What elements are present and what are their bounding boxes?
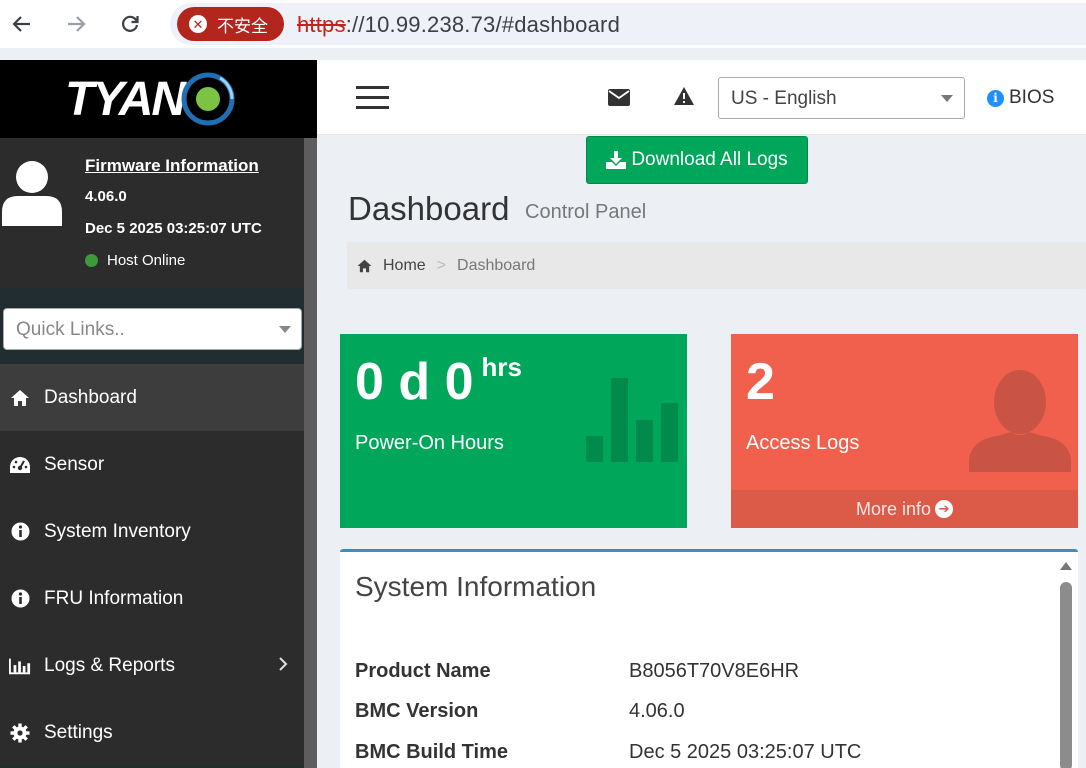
sidebar-item-label: FRU Information: [44, 587, 184, 609]
access-logs-count: 2: [746, 353, 775, 411]
home-icon: [357, 259, 372, 272]
hours-value-text: 0 d 0: [355, 353, 474, 411]
info-key: BMC Build Time: [355, 741, 508, 763]
language-select[interactable]: US - English: [718, 77, 965, 119]
gauge-icon: [9, 454, 31, 476]
hours-unit: hrs: [481, 352, 522, 382]
breadcrumb-current: Dashboard: [457, 256, 536, 274]
url-protocol: https: [297, 12, 346, 37]
info-icon: i: [987, 89, 1004, 107]
sidebar-item-label: Settings: [44, 721, 113, 743]
sidebar-scrollbar[interactable]: [304, 138, 317, 768]
breadcrumb-home[interactable]: Home: [383, 257, 426, 275]
info-value: 4.06.0: [629, 700, 685, 722]
host-status: Host Online: [85, 252, 185, 269]
info-key: BMC Version: [355, 700, 479, 722]
sidebar-item-logs-reports[interactable]: Logs & Reports: [0, 632, 304, 699]
top-header: US - English i BIOS: [317, 60, 1086, 135]
firmware-information-link[interactable]: Firmware Information: [85, 156, 259, 176]
page-subtitle: Control Panel: [525, 201, 647, 223]
sidebar: TYAN Firmware Information 4.06.0 Dec 5 2…: [0, 60, 317, 768]
sidebar-item-dashboard[interactable]: Dashboard: [0, 364, 304, 431]
scroll-up-arrow-icon[interactable]: [1060, 562, 1072, 570]
access-logs-label: Access Logs: [746, 432, 860, 454]
power-on-hours-value: 0 d 0 hrs: [355, 352, 522, 412]
user-silhouette-icon: [969, 370, 1071, 472]
arrow-circle-right-icon: ➔: [935, 500, 954, 518]
chevron-down-icon: [279, 326, 291, 333]
security-label: 不安全: [217, 16, 268, 36]
language-value: US - English: [731, 88, 837, 109]
security-indicator[interactable]: ✕ 不安全: [177, 7, 284, 41]
sidebar-item-settings[interactable]: Settings: [0, 699, 304, 766]
info-circle-icon: [9, 521, 31, 543]
firmware-version: 4.06.0: [85, 188, 127, 205]
info-value: B8056T70V8E6HR: [629, 660, 800, 682]
quick-links-placeholder: Quick Links..: [16, 319, 125, 340]
address-bar[interactable]: ✕ 不安全 https://10.99.238.73/#dashboard: [170, 3, 1086, 45]
chevron-right-icon: [279, 657, 288, 671]
breadcrumb: Home > Dashboard: [347, 242, 1086, 289]
forward-button[interactable]: [62, 10, 90, 38]
arrow-left-icon: [12, 16, 30, 32]
reload-button[interactable]: [116, 10, 144, 38]
user-avatar-icon: [2, 161, 62, 226]
quick-links-select[interactable]: Quick Links..: [3, 308, 302, 350]
more-info-link[interactable]: More info ➔: [731, 490, 1078, 528]
gear-icon: [9, 722, 31, 744]
logo-orb-icon: [181, 72, 235, 126]
power-on-hours-tile: 0 d 0 hrs Power-On Hours: [340, 334, 687, 528]
download-all-logs-button[interactable]: Download All Logs: [586, 136, 808, 184]
back-button[interactable]: [8, 10, 36, 38]
sidebar-item-label: Dashboard: [44, 386, 137, 408]
sidebar-item-sensor[interactable]: Sensor: [0, 431, 304, 498]
download-button-label: Download All Logs: [631, 149, 788, 170]
logo-text: TYAN: [64, 72, 186, 126]
sidebar-item-label: System Inventory: [44, 520, 191, 542]
menu-toggle-button[interactable]: [356, 86, 389, 109]
sidebar-item-system-inventory[interactable]: System Inventory: [0, 498, 304, 565]
page-title: Dashboard: [348, 190, 510, 227]
user-panel: Firmware Information 4.06.0 Dec 5 2025 0…: [0, 138, 304, 288]
access-logs-tile: 2 Access Logs More info ➔: [731, 334, 1078, 528]
info-circle-icon: [9, 588, 31, 610]
info-key: Product Name: [355, 660, 491, 682]
arrow-right-icon: [68, 16, 86, 32]
sidebar-item-label: Sensor: [44, 453, 105, 475]
system-information-panel: System Information Product Name B8056T70…: [340, 549, 1078, 768]
bios-link[interactable]: i BIOS: [987, 87, 1054, 109]
breadcrumb-separator: >: [436, 256, 447, 274]
sidebar-menu: Dashboard Sensor System Inventory FRU In…: [0, 364, 304, 766]
sidebar-item-fru-information[interactable]: FRU Information: [0, 565, 304, 632]
download-icon: [606, 151, 627, 169]
reload-icon: [122, 15, 139, 32]
status-dot-icon: [85, 254, 98, 267]
envelope-icon[interactable]: [608, 89, 630, 106]
bar-chart-icon: [9, 655, 31, 677]
scrollbar-thumb[interactable]: [1060, 582, 1072, 768]
home-icon: [9, 387, 31, 409]
close-circle-icon: ✕: [189, 15, 207, 33]
browser-toolbar: ✕ 不安全 https://10.99.238.73/#dashboard: [0, 0, 1086, 48]
tyan-logo[interactable]: TYAN: [0, 60, 317, 138]
bar-chart-icon: [586, 378, 678, 462]
url-text[interactable]: https://10.99.238.73/#dashboard: [297, 12, 620, 38]
info-value: Dec 5 2025 03:25:07 UTC: [629, 741, 862, 763]
chevron-down-icon: [941, 95, 953, 102]
sidebar-item-label: Logs & Reports: [44, 654, 175, 676]
host-status-text: Host Online: [107, 252, 186, 269]
panel-scrollbar[interactable]: [1054, 552, 1078, 768]
warning-icon[interactable]: [673, 86, 695, 106]
system-information-title: System Information: [355, 571, 597, 602]
more-info-label: More info: [855, 498, 932, 519]
firmware-date: Dec 5 2025 03:25:07 UTC: [85, 220, 262, 237]
url-path: ://10.99.238.73/#dashboard: [345, 12, 621, 37]
bios-label: BIOS: [1009, 87, 1055, 108]
power-on-hours-label: Power-On Hours: [355, 432, 504, 454]
